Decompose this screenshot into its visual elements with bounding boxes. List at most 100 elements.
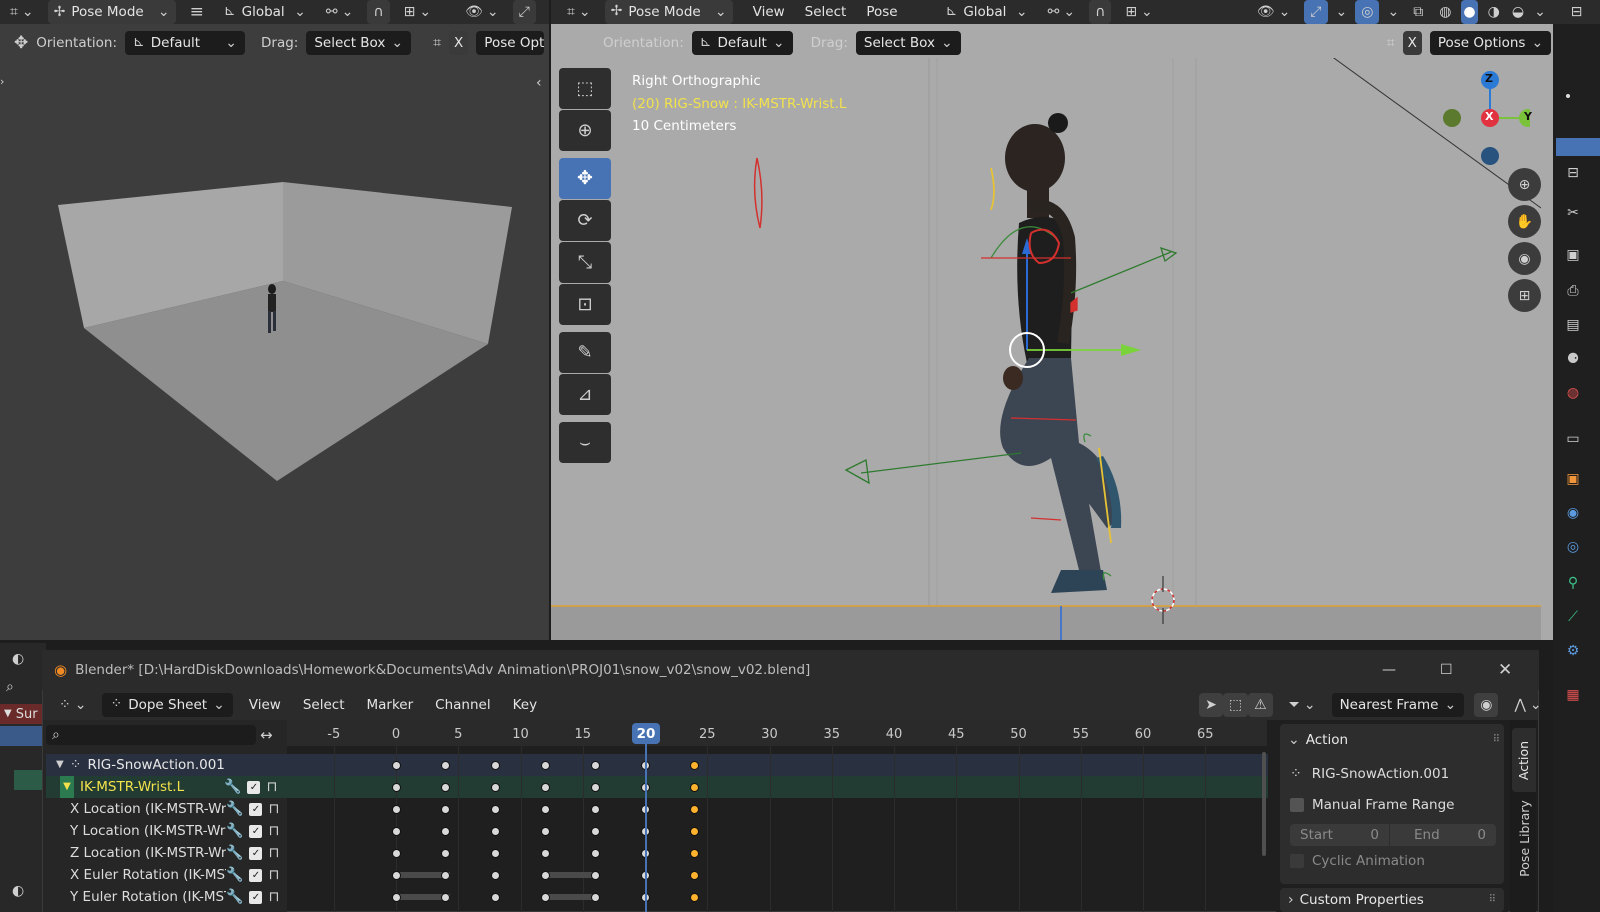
wrench-icon[interactable]: 🔧	[224, 780, 241, 794]
channel-row-fcurve[interactable]: Y Location (IK-MSTR-Wris 🔧 ✓ ⊓	[46, 820, 1268, 842]
manual-frame-range-checkbox[interactable]	[1290, 798, 1304, 812]
keyframe[interactable]	[441, 892, 451, 902]
keyframe[interactable]	[590, 848, 600, 858]
snap-dropdown[interactable]: Nearest Frame ⌄	[1331, 693, 1465, 717]
keyframe[interactable]	[540, 826, 550, 836]
maximize-icon[interactable]: ☐	[1440, 663, 1453, 677]
lock-open-icon[interactable]: ⊓	[268, 802, 279, 816]
ortho-toggle-button[interactable]: ⊞	[1508, 279, 1541, 312]
action-panel-header[interactable]: ⌄ Action ⠿	[1288, 728, 1500, 752]
tool-tab[interactable]: ✂	[1558, 198, 1588, 228]
vertical-scrollbar[interactable]	[1262, 752, 1266, 856]
chevron-down-icon[interactable]: ⌄	[1534, 5, 1546, 19]
lock-open-icon[interactable]: ⊓	[268, 824, 279, 838]
render-tab[interactable]: ▣	[1558, 240, 1588, 270]
menu-select[interactable]: Select	[799, 0, 853, 24]
tab-pose-library[interactable]: Pose Library	[1512, 796, 1536, 880]
menu-pose[interactable]: Pose	[860, 0, 903, 24]
wrench-icon[interactable]: 🔧	[226, 846, 243, 860]
mute-checkbox[interactable]: ✓	[249, 868, 263, 882]
channel-row-fcurve[interactable]: Y Euler Rotation (IK-MST 🔧 ✓ ⊓	[46, 886, 1268, 908]
navigation-gizmo[interactable]: Z X Y	[1430, 68, 1537, 168]
keyframe[interactable]	[690, 760, 700, 770]
keyframe[interactable]	[540, 870, 550, 880]
overlay-toggle[interactable]: ◎	[1355, 0, 1380, 24]
drag-handle-icon[interactable]: ⠿	[1489, 895, 1496, 905]
only-errors-toggle[interactable]: ⚠	[1248, 693, 1273, 717]
keyframe[interactable]	[491, 892, 501, 902]
outliner-row-blue[interactable]	[0, 726, 46, 746]
mute-checkbox[interactable]: ✓	[249, 802, 263, 816]
keyframe[interactable]	[441, 870, 451, 880]
shading-rendered[interactable]: ◒	[1510, 0, 1526, 24]
keyframe[interactable]	[491, 760, 501, 770]
tab-action[interactable]: Action	[1512, 728, 1536, 792]
drag-dropdown[interactable]: Select Box ⌄	[855, 31, 961, 55]
keyframe[interactable]	[540, 760, 550, 770]
keyframe[interactable]	[391, 760, 401, 770]
keyframe[interactable]	[491, 848, 501, 858]
channel-search-input[interactable]: ⌕	[46, 725, 256, 745]
keyframe[interactable]	[441, 804, 451, 814]
drag-handle-icon[interactable]: ⠿	[1493, 735, 1500, 745]
channel-row-fcurve[interactable]: X Euler Rotation (IK-MST 🔧 ✓ ⊓	[46, 864, 1268, 886]
keyframe[interactable]	[540, 804, 550, 814]
visibility-dropdown[interactable]: 👁 ⌄	[1251, 0, 1297, 24]
scene-tab[interactable]: ⚈	[1558, 344, 1588, 374]
zoom-button[interactable]: ⊕	[1508, 168, 1541, 201]
orientation-dropdown[interactable]: ⊾ Default ⌄	[691, 31, 793, 55]
chevron-down-icon[interactable]: ⌄	[1387, 5, 1399, 19]
keyframe[interactable]	[590, 782, 600, 792]
object-tab[interactable]: ▣	[1558, 464, 1588, 494]
manual-frame-range-row[interactable]: Manual Frame Range	[1290, 794, 1500, 816]
search-icon[interactable]: ⌕	[6, 680, 14, 694]
modifier-tab[interactable]: ◉	[1558, 498, 1588, 528]
wrench-icon[interactable]: 🔧	[226, 824, 243, 838]
wrench-icon[interactable]: 🔧	[226, 802, 243, 816]
channel-row-group[interactable]: ▼ IK-MSTR-Wrist.L 🔧 ✓ ⊓	[46, 776, 1268, 798]
pan-button[interactable]: ✋	[1508, 205, 1541, 238]
gizmo-toggle[interactable]: ⤢	[1304, 0, 1328, 24]
shading-wireframe[interactable]: ◍	[1437, 0, 1453, 24]
collection-tab[interactable]: ▭	[1558, 424, 1588, 454]
falloff-dropdown[interactable]: ⋀ ⌄	[1508, 693, 1547, 717]
keyframe[interactable]	[391, 870, 401, 880]
shading-solid[interactable]: ●	[1461, 0, 1478, 24]
menu-view[interactable]: View	[747, 0, 791, 24]
keyframe[interactable]	[391, 804, 401, 814]
keyframe[interactable]	[590, 804, 600, 814]
keyframe[interactable]	[540, 848, 550, 858]
lock-open-icon[interactable]: ⊓	[268, 868, 279, 882]
keyframe[interactable]	[391, 892, 401, 902]
keyframe[interactable]	[690, 870, 700, 880]
editor-type-icon[interactable]: ◐	[12, 884, 24, 898]
keyframe[interactable]	[491, 826, 501, 836]
keyframe[interactable]	[441, 848, 451, 858]
keyframe[interactable]	[590, 826, 600, 836]
properties-header-icon[interactable]: ⊟	[1558, 158, 1588, 188]
wrench-icon[interactable]: 🔧	[226, 890, 243, 904]
keyframe[interactable]	[491, 804, 501, 814]
menu-key[interactable]: Key	[507, 693, 543, 717]
keyframe[interactable]	[491, 782, 501, 792]
texture-tab[interactable]: ▦	[1558, 680, 1588, 710]
filter-dropdown[interactable]: ⏷ ⌄	[1283, 693, 1322, 717]
physics-tab[interactable]: ◎	[1558, 532, 1588, 562]
editor-type-button[interactable]: ⁘ ⌄	[53, 693, 92, 717]
keyframe[interactable]	[441, 782, 451, 792]
keyframe[interactable]	[491, 870, 501, 880]
pivot-dropdown[interactable]: ⚯ ⌄	[1042, 0, 1081, 24]
view-layer-tab[interactable]: ▤	[1558, 310, 1588, 340]
snap-toggle[interactable]: ∩	[1089, 0, 1112, 24]
bone-constraint-tab[interactable]: ⚙	[1558, 636, 1588, 666]
keyframe[interactable]	[540, 782, 550, 792]
cyclic-row[interactable]: Cyclic Animation	[1290, 850, 1500, 872]
mute-checkbox[interactable]: ✓	[249, 824, 263, 838]
editor-type-icon[interactable]: ◐	[12, 652, 24, 666]
mirror-x-button[interactable]: X	[1402, 31, 1422, 55]
swap-arrows-icon[interactable]: ↔	[260, 727, 273, 743]
editor-type-button[interactable]: ⌗ ⌄	[561, 0, 597, 24]
menu-select[interactable]: Select	[297, 693, 351, 717]
editor-type-icon[interactable]: ⊟	[1571, 5, 1583, 19]
mute-checkbox[interactable]: ✓	[249, 890, 263, 904]
